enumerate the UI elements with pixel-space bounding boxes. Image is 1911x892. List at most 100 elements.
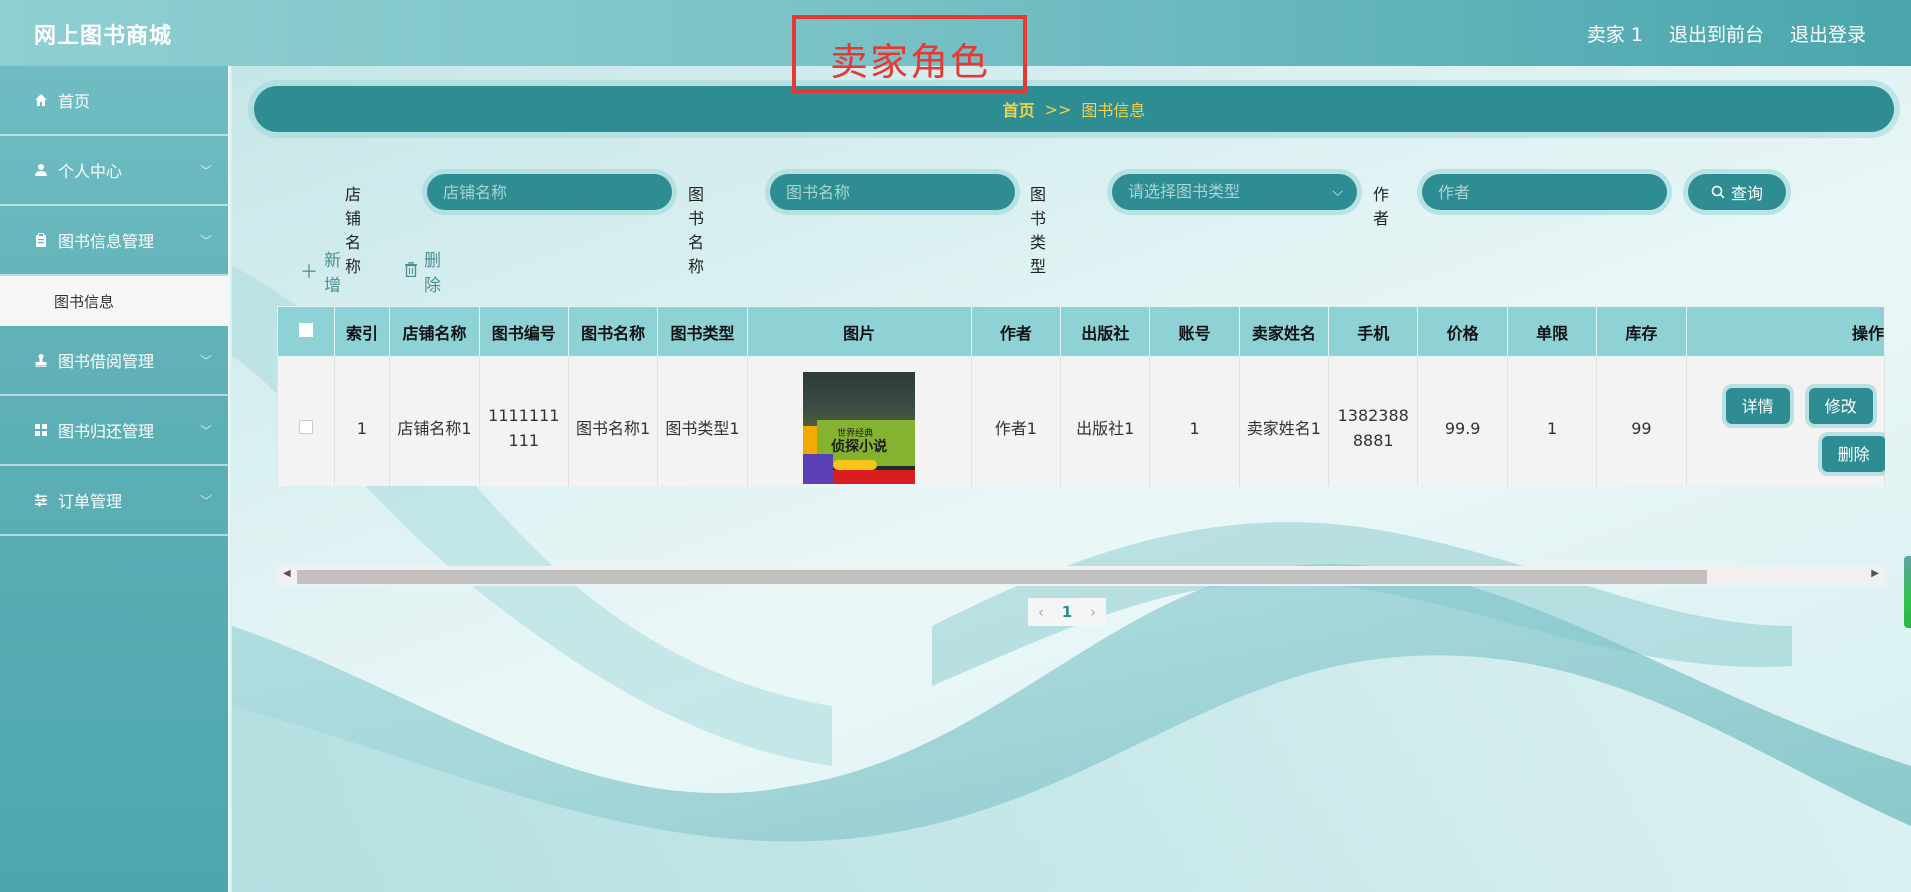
table-header-row: 索引 店铺名称 图书编号 图书名称 图书类型 图片 作者 出版社 账号 卖家姓名… [277, 306, 1885, 357]
sidebar-item-label: 图书信息管理 [58, 232, 155, 251]
sidebar-item-home[interactable]: 首页 [0, 66, 228, 136]
cell-seller-name: 卖家姓名1 [1238, 356, 1330, 486]
shop-name-input[interactable] [427, 174, 672, 210]
page-number[interactable]: 1 [1054, 598, 1080, 626]
chevron-down-icon: ⌵ [1332, 184, 1343, 200]
table-horizontal-scrollbar[interactable]: ◀ ▶ [277, 566, 1885, 586]
next-page-button[interactable]: › [1080, 598, 1106, 626]
current-user[interactable]: 卖家 1 [1587, 20, 1643, 47]
back-to-front-link[interactable]: 退出到前台 [1669, 20, 1764, 47]
grid-icon [32, 421, 50, 439]
scrollbar-thumb[interactable] [297, 570, 1707, 584]
cell-index: 1 [333, 356, 391, 486]
book-name-input[interactable] [770, 174, 1015, 210]
column-header: 作者 [970, 306, 1062, 357]
sidebar-item-order-mgmt[interactable]: 订单管理 ﹀ [0, 466, 228, 536]
column-header: 库存 [1596, 306, 1687, 357]
sidebar-item-label: 订单管理 [58, 492, 123, 511]
column-header: 图书类型 [657, 306, 748, 357]
cell-book-name: 图书名称1 [567, 356, 659, 486]
delete-button-label: 删除 [424, 251, 441, 296]
row-delete-button[interactable]: 删除 [1821, 436, 1885, 472]
sidebar-item-label: 图书借阅管理 [58, 352, 155, 371]
scroll-left-icon[interactable]: ◀ [283, 568, 291, 579]
column-header: 单限 [1506, 306, 1598, 357]
book-cover-image: 世界经典 侦探小说 [803, 372, 916, 484]
cell-account: 1 [1149, 356, 1240, 486]
detail-button[interactable]: 详情 [1725, 388, 1790, 424]
cell-publisher: 出版社1 [1060, 356, 1151, 486]
author-input[interactable] [1422, 174, 1667, 210]
query-button-label: 查询 [1730, 184, 1763, 203]
cell-shop: 店铺名称1 [389, 356, 480, 486]
stamp-icon [32, 351, 50, 369]
cell-cover: 世界经典 侦探小说 [746, 356, 972, 486]
sidebar: 首页 个人中心 ﹀ 图书信息管理 ﹀ 图书信息 图书借阅管理 ﹀ 图书归还管理 … [0, 66, 230, 892]
delete-button[interactable]: 删除 [404, 246, 441, 296]
book-type-select[interactable]: 请选择图书类型 ⌵ [1112, 174, 1357, 210]
table-row: 1 店铺名称1 1111111111 图书名称1 图书类型1 世界经典 侦探小说 [277, 356, 1885, 486]
breadcrumb: 首页 >> 图书信息 [254, 86, 1894, 132]
shop-name-label: 店铺名称 [345, 185, 362, 276]
cell-operations: 详情 修改 删除 [1685, 356, 1885, 486]
breadcrumb-home[interactable]: 首页 [1003, 97, 1035, 121]
sidebar-item-label: 首页 [58, 92, 91, 111]
cell-limit: 1 [1506, 356, 1598, 486]
select-all-checkbox[interactable] [298, 323, 313, 337]
row-checkbox[interactable] [298, 419, 313, 434]
select-all-cell [277, 306, 335, 357]
role-annotation-box: 卖家角色 [792, 15, 1027, 93]
site-brand: 网上图书商城 [34, 24, 173, 49]
column-header: 价格 [1417, 306, 1508, 357]
column-header: 图片 [746, 306, 972, 357]
chevron-down-icon: ﹀ [199, 424, 212, 438]
column-header: 账号 [1149, 306, 1240, 357]
column-header: 图书编号 [478, 306, 569, 357]
cell-book-type: 图书类型1 [657, 356, 748, 486]
add-button-label: 新增 [324, 251, 341, 296]
cell-price: 99.9 [1417, 356, 1508, 486]
book-type-placeholder: 请选择图书类型 [1128, 182, 1241, 201]
search-icon [1711, 185, 1725, 199]
sidebar-item-label: 图书归还管理 [58, 422, 155, 441]
side-scroll-indicator [1904, 556, 1911, 628]
chevron-down-icon: ﹀ [199, 164, 212, 178]
cell-stock: 99 [1596, 356, 1687, 486]
cell-author: 作者1 [970, 356, 1062, 486]
add-button[interactable]: ＋ 新增 [300, 246, 341, 296]
column-header: 店铺名称 [389, 306, 480, 357]
chevron-down-icon: ﹀ [199, 354, 212, 368]
user-icon [32, 161, 50, 179]
book-type-label: 图书类型 [1030, 185, 1047, 276]
sliders-icon [32, 491, 50, 509]
sidebar-item-return-mgmt[interactable]: 图书归还管理 ﹀ [0, 396, 228, 466]
cover-line-2: 侦探小说 [831, 439, 888, 455]
column-header-ops: 操作 [1685, 306, 1885, 357]
chevron-down-icon: ﹀ [199, 234, 212, 248]
sidebar-item-borrow-mgmt[interactable]: 图书借阅管理 ﹀ [0, 326, 228, 396]
role-annotation-text: 卖家角色 [830, 40, 991, 84]
logout-link[interactable]: 退出登录 [1790, 20, 1866, 47]
book-table: 索引 店铺名称 图书编号 图书名称 图书类型 图片 作者 出版社 账号 卖家姓名… [277, 306, 1885, 486]
trash-icon [404, 261, 418, 282]
sidebar-item-label: 个人中心 [58, 162, 123, 181]
sidebar-item-personal-center[interactable]: 个人中心 ﹀ [0, 136, 228, 206]
pagination: ‹ 1 › [1028, 598, 1106, 626]
chevron-down-icon: ﹀ [199, 494, 212, 508]
clipboard-icon [32, 231, 50, 249]
column-header: 手机 [1328, 306, 1419, 357]
row-select-cell [277, 356, 335, 486]
column-header: 卖家姓名 [1238, 306, 1330, 357]
sidebar-subitem-book-info[interactable]: 图书信息 [0, 276, 228, 326]
cell-phone: 13823888881 [1328, 356, 1419, 486]
column-header: 图书名称 [567, 306, 659, 357]
column-header: 索引 [333, 306, 391, 357]
cell-book-no: 1111111111 [478, 356, 569, 486]
column-header: 出版社 [1060, 306, 1151, 357]
prev-page-button[interactable]: ‹ [1028, 598, 1054, 626]
scroll-right-icon[interactable]: ▶ [1871, 568, 1879, 579]
query-button[interactable]: 查询 [1688, 174, 1786, 210]
home-icon [32, 91, 50, 109]
edit-button[interactable]: 修改 [1808, 388, 1873, 424]
sidebar-item-book-info-mgmt[interactable]: 图书信息管理 ﹀ [0, 206, 228, 276]
